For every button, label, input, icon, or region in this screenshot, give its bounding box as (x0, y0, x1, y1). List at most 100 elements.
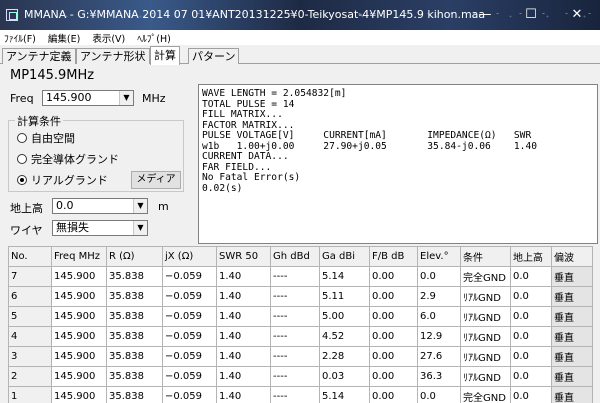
maximize-button[interactable]: ☐ (508, 0, 554, 30)
col-header-freq[interactable]: Freq MHz (51, 246, 107, 267)
menu-view[interactable]: 表示(V) (92, 31, 125, 45)
col-header-height[interactable]: 地上高 (510, 246, 552, 267)
col-header-no[interactable]: No. (8, 246, 52, 267)
table-row[interactable]: 3 145.900 35.838 −0.059 1.40 ---- 2.28 0… (8, 346, 593, 367)
row-number[interactable]: 2 (8, 366, 52, 387)
results-table[interactable]: No. Freq MHz R (Ω) jX (Ω) SWR 50 Gh dBd … (8, 246, 593, 403)
cell-freq[interactable]: 145.900 (51, 306, 107, 327)
cell-condition[interactable]: ﾘｱﾙGND (460, 306, 511, 327)
col-header-elev[interactable]: Elev.° (417, 246, 461, 267)
col-header-r[interactable]: R (Ω) (106, 246, 163, 267)
cell-ga[interactable]: 5.00 (319, 306, 370, 327)
cell-r[interactable]: 35.838 (106, 346, 163, 367)
close-button[interactable]: ✕ (554, 0, 600, 30)
col-header-polarization[interactable]: 偏波 (551, 246, 593, 267)
cell-elev[interactable]: 6.0 (417, 306, 461, 327)
cell-r[interactable]: 35.838 (106, 286, 163, 307)
cell-r[interactable]: 35.838 (106, 266, 163, 287)
cell-r[interactable]: 35.838 (106, 386, 163, 403)
cell-polarization[interactable]: 垂直 (551, 306, 593, 327)
cell-r[interactable]: 35.838 (106, 306, 163, 327)
table-row[interactable]: 4 145.900 35.838 −0.059 1.40 ---- 4.52 0… (8, 326, 593, 347)
cell-elev[interactable]: 12.9 (417, 326, 461, 347)
tab-calculation[interactable]: 計算 (150, 46, 180, 65)
cell-polarization[interactable]: 垂直 (551, 366, 593, 387)
tab-antenna-definition[interactable]: アンテナ定義 (2, 48, 76, 64)
cell-freq[interactable]: 145.900 (51, 346, 107, 367)
menu-edit[interactable]: 編集(E) (48, 31, 80, 45)
cell-jx[interactable]: −0.059 (162, 326, 217, 347)
row-number[interactable]: 6 (8, 286, 52, 307)
row-number[interactable]: 5 (8, 306, 52, 327)
cell-gh[interactable]: ---- (270, 346, 320, 367)
cell-polarization[interactable]: 垂直 (551, 266, 593, 287)
table-row[interactable]: 6 145.900 35.838 −0.059 1.40 ---- 5.11 0… (8, 286, 593, 307)
cell-jx[interactable]: −0.059 (162, 306, 217, 327)
col-header-swr[interactable]: SWR 50 (216, 246, 271, 267)
cell-height[interactable]: 0.0 (510, 366, 552, 387)
col-header-ga[interactable]: Ga dBi (319, 246, 370, 267)
cell-polarization[interactable]: 垂直 (551, 386, 593, 403)
cell-fb[interactable]: 0.00 (369, 366, 418, 387)
cell-condition[interactable]: 完全GND (460, 266, 511, 287)
cell-jx[interactable]: −0.059 (162, 386, 217, 403)
cell-condition[interactable]: ﾘｱﾙGND (460, 326, 511, 347)
cell-freq[interactable]: 145.900 (51, 386, 107, 403)
cell-r[interactable]: 35.838 (106, 366, 163, 387)
cell-freq[interactable]: 145.900 (51, 266, 107, 287)
table-row[interactable]: 5 145.900 35.838 −0.059 1.40 ---- 5.00 0… (8, 306, 593, 327)
cell-polarization[interactable]: 垂直 (551, 346, 593, 367)
cell-ga[interactable]: 5.11 (319, 286, 370, 307)
cell-gh[interactable]: ---- (270, 306, 320, 327)
cell-height[interactable]: 0.0 (510, 286, 552, 307)
cell-elev[interactable]: 36.3 (417, 366, 461, 387)
row-number[interactable]: 3 (8, 346, 52, 367)
cell-gh[interactable]: ---- (270, 266, 320, 287)
cell-height[interactable]: 0.0 (510, 326, 552, 347)
cell-ga[interactable]: 0.03 (319, 366, 370, 387)
tab-pattern[interactable]: パターン (188, 48, 240, 64)
cell-fb[interactable]: 0.00 (369, 346, 418, 367)
cell-condition[interactable]: ﾘｱﾙGND (460, 366, 511, 387)
wire-combobox[interactable]: 無損失 ▼ (52, 220, 148, 236)
chevron-down-icon[interactable]: ▼ (133, 199, 147, 213)
cell-swr[interactable]: 1.40 (216, 326, 271, 347)
row-number[interactable]: 1 (8, 386, 52, 403)
cell-fb[interactable]: 0.00 (369, 286, 418, 307)
cell-jx[interactable]: −0.059 (162, 346, 217, 367)
col-header-fb[interactable]: F/B dB (369, 246, 418, 267)
menu-help[interactable]: ﾍﾙﾌﾟ(H) (137, 31, 171, 45)
menu-file[interactable]: ﾌｧｲﾙ(F) (4, 31, 36, 45)
row-number[interactable]: 7 (8, 266, 52, 287)
cell-ga[interactable]: 2.28 (319, 346, 370, 367)
cell-freq[interactable]: 145.900 (51, 286, 107, 307)
radio-real-ground[interactable]: リアルグランド (17, 172, 108, 188)
cell-height[interactable]: 0.0 (510, 386, 552, 403)
col-header-jx[interactable]: jX (Ω) (162, 246, 217, 267)
height-combobox[interactable]: 0.0 ▼ (52, 198, 148, 214)
cell-condition[interactable]: ﾘｱﾙGND (460, 346, 511, 367)
col-header-gh[interactable]: Gh dBd (270, 246, 320, 267)
cell-fb[interactable]: 0.00 (369, 326, 418, 347)
cell-ga[interactable]: 5.14 (319, 266, 370, 287)
calculation-output[interactable]: WAVE LENGTH = 2.054832[m] TOTAL PULSE = … (198, 84, 598, 244)
cell-polarization[interactable]: 垂直 (551, 326, 593, 347)
cell-gh[interactable]: ---- (270, 386, 320, 403)
cell-condition[interactable]: ﾘｱﾙGND (460, 286, 511, 307)
cell-gh[interactable]: ---- (270, 286, 320, 307)
table-row[interactable]: 2 145.900 35.838 −0.059 1.40 ---- 0.03 0… (8, 366, 593, 387)
cell-fb[interactable]: 0.00 (369, 306, 418, 327)
cell-fb[interactable]: 0.00 (369, 386, 418, 403)
chevron-down-icon[interactable]: ▼ (133, 221, 147, 235)
minimize-button[interactable]: — (462, 0, 508, 30)
cell-gh[interactable]: ---- (270, 366, 320, 387)
cell-gh[interactable]: ---- (270, 326, 320, 347)
table-row[interactable]: 1 145.900 35.838 −0.059 1.40 ---- 5.14 0… (8, 386, 593, 403)
cell-freq[interactable]: 145.900 (51, 326, 107, 347)
cell-r[interactable]: 35.838 (106, 326, 163, 347)
cell-swr[interactable]: 1.40 (216, 286, 271, 307)
cell-swr[interactable]: 1.40 (216, 386, 271, 403)
cell-swr[interactable]: 1.40 (216, 266, 271, 287)
col-header-condition[interactable]: 条件 (460, 246, 511, 267)
cell-elev[interactable]: 0.0 (417, 266, 461, 287)
